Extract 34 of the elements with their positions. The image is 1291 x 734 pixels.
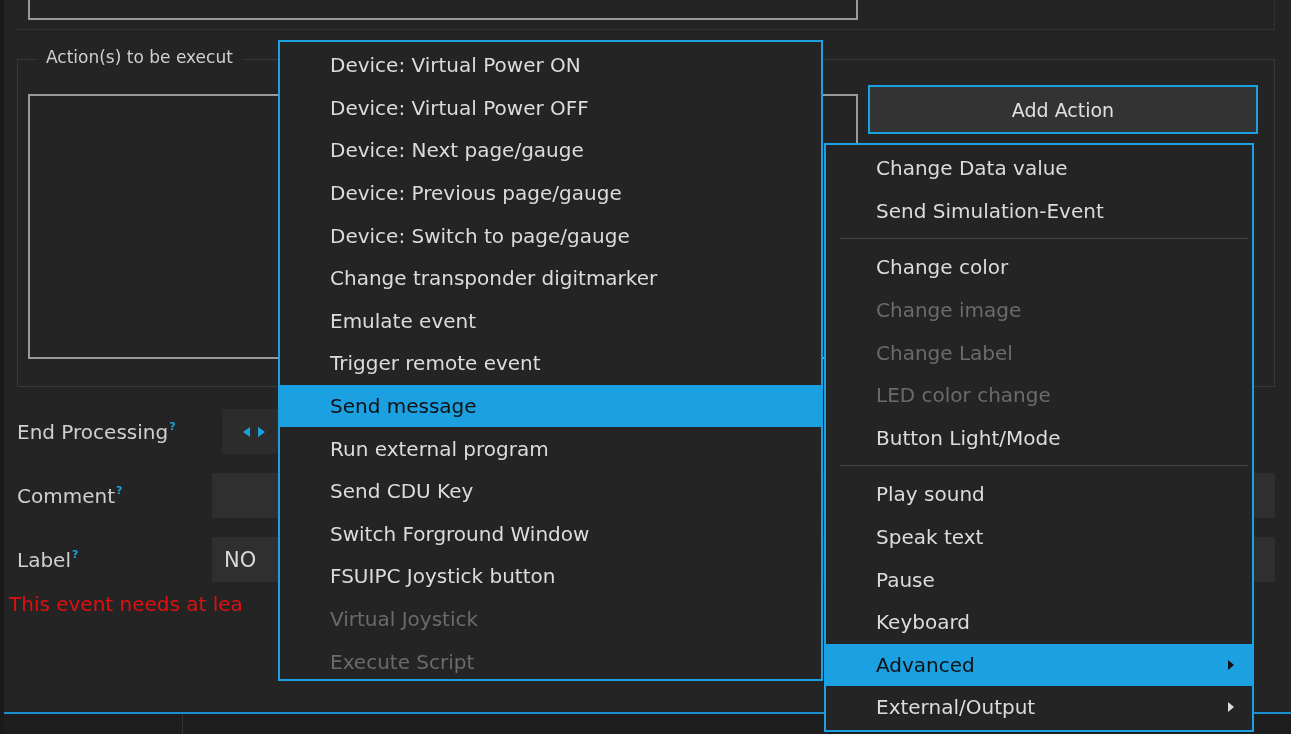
arrows-icon[interactable]: [242, 425, 266, 438]
menu-item[interactable]: Device: Virtual Power OFF: [280, 86, 821, 130]
menu-item[interactable]: Advanced: [826, 643, 1252, 687]
menu-item[interactable]: Trigger remote event: [280, 342, 821, 385]
menu-item[interactable]: Send CDU Key: [280, 469, 821, 513]
menu-item[interactable]: Button Light/Mode: [826, 416, 1252, 460]
menu-item[interactable]: External/Output: [826, 686, 1252, 729]
menu-item[interactable]: Speak text: [826, 515, 1252, 559]
menu-item[interactable]: Device: Virtual Power ON: [280, 44, 821, 87]
text-area[interactable]: [28, 0, 858, 20]
menu-item[interactable]: Device: Previous page/gauge: [280, 171, 821, 215]
help-link[interactable]: ?: [169, 419, 176, 433]
group-title: Action(s) to be execut: [36, 47, 243, 67]
menu-item[interactable]: Send Simulation-Event: [826, 189, 1252, 233]
menu-item[interactable]: Device: Next page/gauge: [280, 129, 821, 172]
menu-item[interactable]: Pause: [826, 558, 1252, 601]
menu-item[interactable]: Switch Forground Window: [280, 512, 821, 556]
menu-item[interactable]: Keyboard: [826, 600, 1252, 644]
menu-item[interactable]: Change Data value: [826, 147, 1252, 190]
help-link[interactable]: ?: [71, 547, 79, 561]
error-message: This event needs at lea: [9, 592, 244, 616]
menu-item[interactable]: Run external program: [280, 427, 821, 470]
menu-item[interactable]: FSUIPC Joystick button: [280, 555, 821, 598]
field-label: Label: [17, 547, 71, 572]
add-action-button[interactable]: Add Action: [868, 85, 1258, 134]
menu-item[interactable]: Device: Switch to page/gauge: [280, 214, 821, 257]
menu-item[interactable]: Emulate event: [280, 299, 821, 343]
menu-item[interactable]: Change color: [826, 246, 1252, 289]
menu-item[interactable]: Send message: [280, 384, 821, 428]
menu-item[interactable]: Change transponder digitmarker: [280, 256, 821, 300]
field-label: Comment: [17, 483, 115, 508]
help-link[interactable]: ?: [116, 483, 123, 497]
field-label: End Processing: [17, 419, 169, 444]
menu-item[interactable]: Play sound: [826, 473, 1252, 516]
